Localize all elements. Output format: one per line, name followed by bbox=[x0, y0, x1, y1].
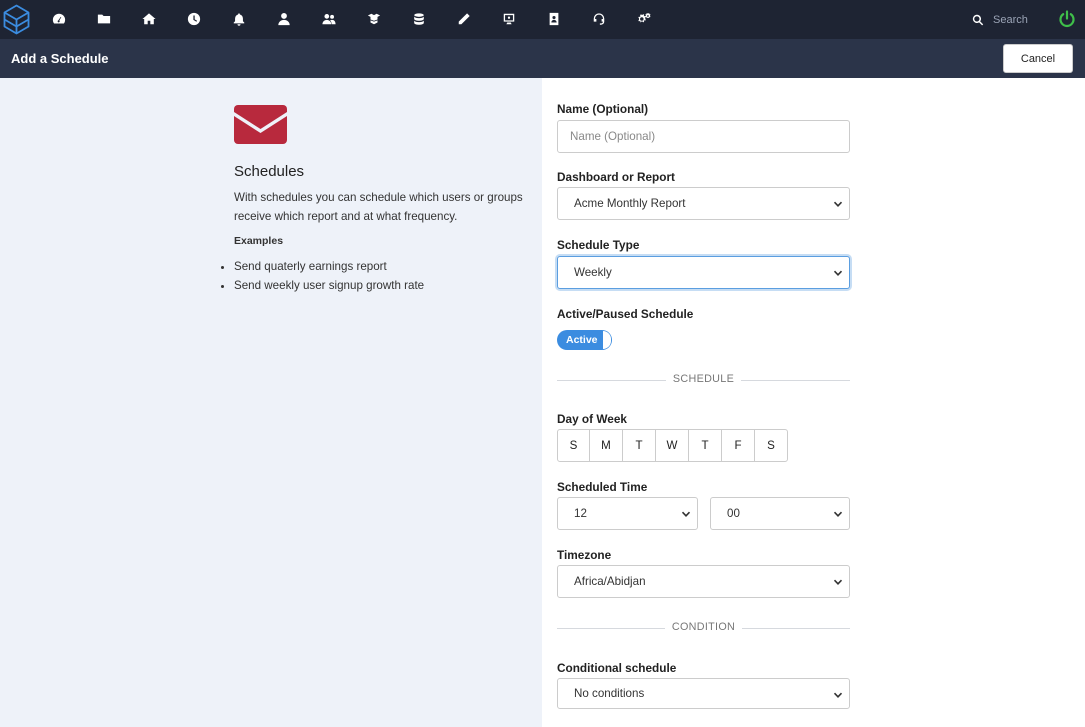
dashboard-select-value: Acme Monthly Report bbox=[574, 197, 686, 210]
conditional-label: Conditional schedule bbox=[557, 661, 677, 675]
day-thursday-button[interactable]: T bbox=[688, 429, 722, 462]
info-title: Schedules bbox=[234, 163, 305, 180]
hour-select-value: 12 bbox=[574, 507, 587, 520]
info-description: With schedules you can schedule which us… bbox=[234, 191, 523, 223]
dashboard-select[interactable]: Acme Monthly Report bbox=[557, 187, 850, 220]
day-wednesday-button[interactable]: W bbox=[655, 429, 689, 462]
clock-icon[interactable] bbox=[186, 11, 202, 27]
conditional-select[interactable]: No conditions bbox=[557, 678, 850, 709]
day-sunday-button[interactable]: S bbox=[557, 429, 590, 462]
divider-text: SCHEDULE bbox=[672, 373, 735, 385]
schedule-divider: SCHEDULE bbox=[557, 373, 850, 387]
pencil-icon[interactable] bbox=[456, 11, 472, 27]
day-tuesday-button[interactable]: T bbox=[622, 429, 656, 462]
day-monday-button[interactable]: M bbox=[589, 429, 623, 462]
schedule-type-select[interactable]: Weekly bbox=[557, 256, 850, 289]
dashboard-label: Dashboard or Report bbox=[557, 170, 675, 184]
folder-icon[interactable] bbox=[96, 11, 112, 27]
info-panel: Schedules With schedules you can schedul… bbox=[0, 78, 542, 727]
timezone-label: Timezone bbox=[557, 548, 612, 562]
page-title: Add a Schedule bbox=[11, 51, 109, 66]
conditional-select-value: No conditions bbox=[574, 687, 645, 700]
chevron-down-icon bbox=[833, 201, 843, 207]
search-box bbox=[972, 11, 1041, 29]
minute-select[interactable]: 00 bbox=[710, 497, 850, 530]
envelope-icon bbox=[234, 105, 287, 144]
logo-icon[interactable] bbox=[3, 4, 30, 35]
day-of-week-picker: S M T W T F S bbox=[557, 429, 788, 462]
name-label: Name (Optional) bbox=[557, 102, 649, 116]
hour-select[interactable]: 12 bbox=[557, 497, 698, 530]
monitor-icon[interactable] bbox=[501, 11, 517, 27]
condition-divider: CONDITION bbox=[557, 621, 850, 635]
day-of-week-label: Day of Week bbox=[557, 412, 627, 426]
active-toggle[interactable]: Active bbox=[557, 330, 612, 350]
divider-text: CONDITION bbox=[671, 621, 736, 633]
top-navbar bbox=[0, 0, 1085, 39]
user-icon[interactable] bbox=[276, 11, 292, 27]
home-icon[interactable] bbox=[141, 11, 157, 27]
chevron-down-icon bbox=[833, 270, 843, 276]
day-friday-button[interactable]: F bbox=[721, 429, 755, 462]
list-item: Send quaterly earnings report bbox=[234, 257, 424, 276]
cogs-icon[interactable] bbox=[636, 11, 652, 27]
minute-select-value: 00 bbox=[727, 507, 740, 520]
users-icon[interactable] bbox=[321, 11, 337, 27]
cancel-button[interactable]: Cancel bbox=[1003, 44, 1073, 73]
list-item: Send weekly user signup growth rate bbox=[234, 276, 424, 295]
boxes-icon[interactable] bbox=[366, 11, 382, 27]
dashboard-icon[interactable] bbox=[51, 11, 67, 27]
bell-icon[interactable] bbox=[231, 11, 247, 27]
headset-icon[interactable] bbox=[591, 11, 607, 27]
examples-label: Examples bbox=[234, 235, 284, 247]
scheduled-time-label: Scheduled Time bbox=[557, 480, 648, 494]
chevron-down-icon bbox=[681, 511, 691, 517]
database-icon[interactable] bbox=[411, 11, 427, 27]
schedule-form: Name (Optional) Dashboard or Report Acme… bbox=[542, 78, 1085, 727]
timezone-select-value: Africa/Abidjan bbox=[574, 575, 646, 588]
timezone-select[interactable]: Africa/Abidjan bbox=[557, 565, 850, 598]
day-saturday-button[interactable]: S bbox=[754, 429, 788, 462]
chevron-down-icon bbox=[833, 511, 843, 517]
chevron-down-icon bbox=[833, 692, 843, 698]
active-toggle-label: Active bbox=[566, 334, 598, 346]
search-input[interactable] bbox=[993, 11, 1041, 29]
name-field[interactable] bbox=[557, 120, 850, 153]
schedule-type-select-value: Weekly bbox=[574, 266, 612, 279]
power-icon[interactable] bbox=[1058, 10, 1076, 28]
examples-list: Send quaterly earnings report Send weekl… bbox=[234, 257, 424, 295]
page-header: Add a Schedule Cancel bbox=[0, 39, 1085, 78]
active-label: Active/Paused Schedule bbox=[557, 307, 694, 321]
search-icon[interactable] bbox=[972, 14, 984, 26]
address-book-icon[interactable] bbox=[546, 11, 562, 27]
chevron-down-icon bbox=[833, 579, 843, 585]
schedule-type-label: Schedule Type bbox=[557, 238, 640, 252]
toggle-knob bbox=[603, 331, 611, 349]
